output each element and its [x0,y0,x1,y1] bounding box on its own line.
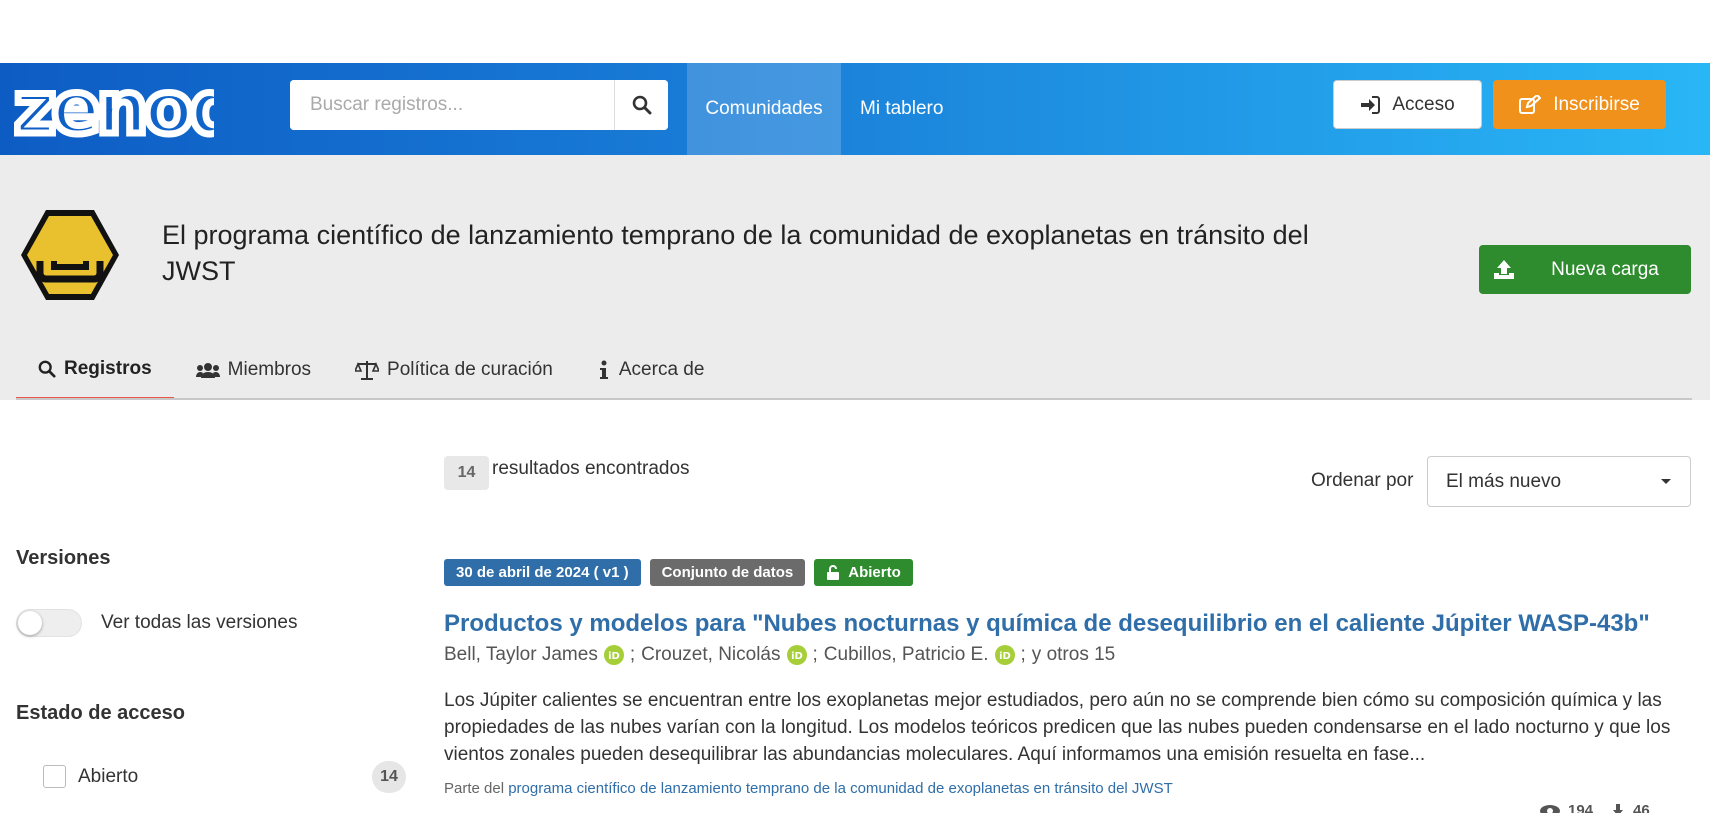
versions-heading: Versiones [16,547,111,569]
part-of-prefix: Parte del [444,780,505,797]
record-description: Los Júpiter calientes se encuentran entr… [444,690,1671,765]
results-count-badge: 14 [444,456,489,490]
new-upload-button[interactable]: Nueva carga [1479,245,1691,294]
community-logo [18,207,122,308]
tab-label: Política de curación [387,359,553,380]
new-upload-label: Nueva carga [1551,258,1659,280]
search-icon [632,95,651,115]
creators-others: y otros 15 [1031,644,1116,665]
downloads-stat: 46 [1611,802,1650,813]
views-stat: 194 [1540,802,1593,813]
creator-name[interactable]: Cubillos, Patricio E. [824,644,989,666]
login-button[interactable]: Acceso [1333,80,1482,129]
downloads-count: 46 [1633,802,1650,813]
all-versions-label: Ver todas las versiones [101,612,298,633]
search-input[interactable] [290,80,614,130]
eye-icon [1540,804,1560,813]
orcid-icon[interactable]: iD [603,645,624,665]
tab-miembros[interactable]: Miembros [174,340,333,400]
access-badge: Abierto [814,559,913,586]
tab-label: Registros [64,357,152,379]
sort-label: Ordenar por [1311,470,1414,491]
site-header: zenodo Comunidades Mi tablero Acceso Ins… [0,63,1710,155]
signup-label: Inscribirse [1553,93,1640,115]
search-icon [38,360,56,378]
upload-icon [1479,259,1529,281]
sign-in-icon [1361,95,1381,114]
search-button[interactable] [614,80,668,130]
zenodo-logo[interactable]: zenodo [14,63,214,155]
creator-name[interactable]: Crouzet, Nicolás [641,644,780,666]
all-versions-toggle[interactable] [16,609,82,637]
orcid-icon[interactable]: iD [994,645,1015,665]
creator-separator: ; [812,644,818,665]
tabs-divider [16,398,1692,400]
access-open-label: Abierto [78,766,139,787]
community-tabs: Registros Miembros Política de curación [16,340,726,400]
record-stats: 194 46 [1540,802,1650,813]
community-header: El programa científico de lanzamiento te… [0,155,1710,400]
toggle-knob [18,611,42,635]
access-open-checkbox[interactable] [43,765,66,788]
edit-icon [1519,94,1542,114]
access-badge-label: Abierto [848,564,901,581]
users-icon [195,363,220,378]
community-link[interactable]: programa científico de lanzamiento tempr… [508,780,1173,797]
community-title: El programa científico de lanzamiento te… [162,220,1309,286]
record-labels: 30 de abril de 2024 ( v1 ) Conjunto de d… [444,559,913,586]
nav-mi-tablero[interactable]: Mi tablero [860,63,943,155]
resource-type-badge: Conjunto de datos [649,559,806,586]
signup-button[interactable]: Inscribirse [1493,80,1666,129]
caret-down-icon [1661,478,1671,484]
creator-separator: ; [629,644,636,665]
tab-acerca-de[interactable]: Acerca de [575,340,727,400]
info-icon [599,360,608,379]
svg-text:iD: iD [999,651,1011,662]
creator-separator: ; [1020,644,1026,665]
creator-name[interactable]: Bell, Taylor James [444,644,598,666]
access-status-heading: Estado de acceso [16,702,185,724]
top-blank-strip [0,0,1710,63]
access-open-count: 14 [372,761,406,793]
record-part-of: Parte del programa científico de lanzami… [444,780,1173,797]
sort-value: El más nuevo [1446,470,1562,492]
download-icon [1613,803,1624,813]
record-title-link[interactable]: Productos y modelos para "Nubes nocturna… [444,610,1650,638]
orcid-icon[interactable]: iD [786,645,807,665]
nav-comunidades[interactable]: Comunidades [687,63,841,155]
svg-text:iD: iD [791,651,803,662]
publication-date-badge: 30 de abril de 2024 ( v1 ) [444,559,641,586]
unlock-icon [827,565,840,580]
sort-dropdown[interactable]: El más nuevo [1427,456,1691,507]
record-creators: Bell, Taylor James iD ; Crouzet, Nicolás… [444,644,1115,666]
tab-registros[interactable]: Registros [16,340,174,400]
search-box [290,80,668,130]
login-label: Acceso [1392,93,1455,115]
results-count-label: resultados encontrados [492,458,690,479]
tab-label: Miembros [227,359,312,380]
tab-politica-curacion[interactable]: Política de curación [333,340,575,400]
svg-text:zenodo: zenodo [14,71,214,147]
balance-scale-icon [355,361,380,380]
views-count: 194 [1568,802,1594,813]
tab-label: Acerca de [618,359,705,380]
svg-text:iD: iD [608,651,620,662]
